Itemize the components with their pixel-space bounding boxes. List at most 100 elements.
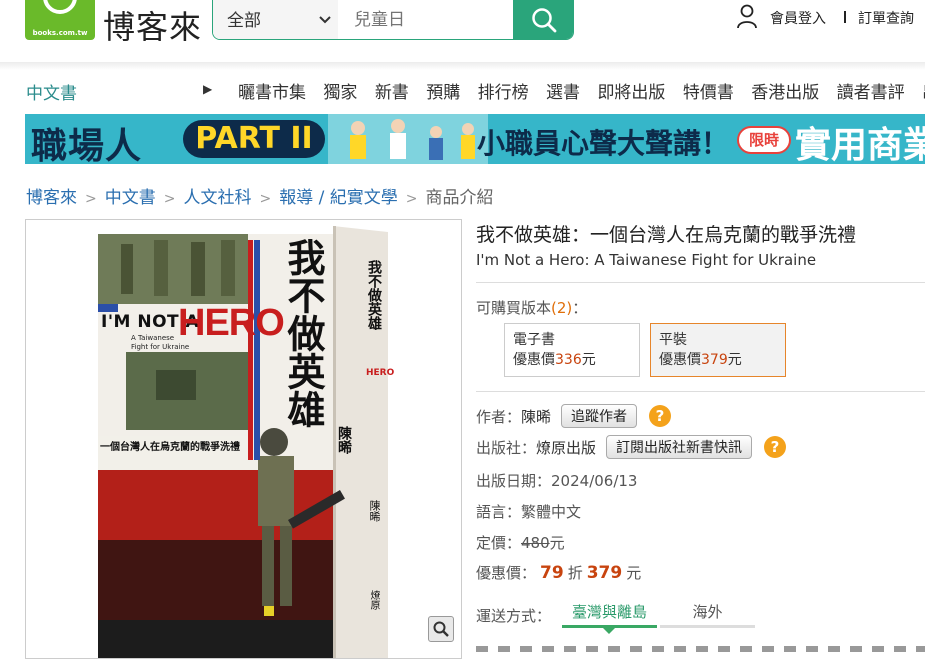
list-price-unit: 元	[549, 534, 565, 552]
subscribe-publisher-button[interactable]: 訂閱出版社新書快訊	[606, 435, 753, 459]
product-subtitle: I'm Not a Hero: A Taiwanese Fight for Uk…	[476, 251, 817, 269]
logo-url: books.com.tw	[32, 29, 88, 37]
help-icon[interactable]: ?	[649, 405, 672, 427]
spine-author: 陳晞	[368, 500, 381, 522]
publisher-label: 出版社：	[476, 438, 537, 457]
nav-item[interactable]: 獨家	[323, 83, 357, 103]
banner-text-main: 職場人	[31, 126, 143, 164]
list-price-label: 定價：	[476, 534, 522, 552]
sale-price-label: 優惠價：	[476, 564, 537, 582]
versions-colon: ：	[572, 299, 588, 317]
search-bar: 全部	[212, 0, 574, 40]
product-image-box[interactable]: I'M NOT A HERO A Taiwanese Fight for Ukr…	[25, 219, 462, 659]
version-price-label: 優惠價	[513, 352, 555, 368]
banner-limited-tag: 限時	[737, 126, 791, 154]
breadcrumb-link[interactable]: 報導 / 紀實文學	[279, 188, 398, 208]
version-card-paperback[interactable]: 平裝 優惠價379元	[650, 323, 786, 377]
follow-author-button[interactable]: 追蹤作者	[561, 404, 638, 428]
breadcrumb: 博客來 > 中文書 > 人文社科 > 報導 / 紀實文學 > 商品介紹	[26, 183, 493, 208]
version-card-ebook[interactable]: 電子書 優惠價336元	[504, 323, 640, 377]
spine-publisher: 燎原	[368, 590, 379, 610]
shipping-label: 運送方式：	[476, 607, 552, 625]
language-value: 繁體中文	[521, 503, 582, 521]
triangle-right-icon[interactable]: ▶	[203, 82, 212, 96]
order-query-link[interactable]: 訂單查詢	[858, 8, 914, 28]
list-price: 480	[521, 533, 550, 552]
author-name[interactable]: 陳晞	[521, 406, 551, 427]
version-price-label: 優惠價	[659, 352, 701, 368]
cover-author: 陳晞	[336, 426, 352, 454]
shipping-options-cutoff	[476, 646, 925, 652]
chevron-right-icon: >	[85, 191, 97, 207]
help-icon[interactable]: ?	[764, 436, 787, 458]
login-link[interactable]: 會員登入	[770, 8, 826, 28]
user-icon[interactable]	[736, 3, 758, 29]
nav-item[interactable]: 讀者書評	[837, 83, 905, 103]
nav-item[interactable]: 新書	[375, 83, 409, 103]
banner-part-badge: PART II	[183, 120, 325, 158]
version-price-row: 優惠價379元	[659, 350, 785, 370]
header-divider	[844, 11, 846, 23]
tab-shipping-taiwan[interactable]: 臺灣與離島	[562, 600, 657, 628]
versions-label: 可購買版本(2)：	[476, 297, 587, 318]
zoom-button[interactable]	[428, 616, 454, 642]
version-name: 平裝	[659, 332, 687, 348]
logo-circle-icon	[43, 0, 77, 14]
breadcrumb-current: 商品介紹	[425, 188, 494, 208]
search-icon	[532, 7, 557, 32]
chevron-right-icon: >	[259, 191, 272, 207]
banner-text-tail: 實用商業	[795, 125, 925, 164]
publish-date-label: 出版日期：	[476, 472, 552, 490]
site-logo[interactable]: books.com.tw	[25, 0, 95, 40]
spine-title: 我不做英雄	[366, 260, 382, 330]
nav-item[interactable]: 即將出版	[597, 83, 665, 103]
discount-value: 79	[540, 562, 564, 583]
publish-date-row: 出版日期： 2024/06/13	[476, 470, 637, 491]
nav-item[interactable]: 預購	[426, 83, 460, 103]
discount-unit: 折	[567, 564, 583, 582]
sale-price-unit: 元	[626, 564, 642, 582]
publisher-row: 出版社： 燎原出版 訂閱出版社新書快訊 ?	[476, 435, 787, 459]
cover-subtitle-en: A Taiwanese Fight for Ukraine	[131, 334, 190, 351]
version-price-unit: 元	[727, 352, 742, 368]
category-title[interactable]: 中文書	[26, 79, 77, 104]
version-price-row: 優惠價336元	[513, 350, 639, 370]
search-button[interactable]	[513, 0, 573, 39]
search-category-value: 全部	[227, 11, 261, 31]
nav-item[interactable]: 香港出版	[751, 83, 819, 103]
chevron-right-icon: >	[405, 191, 418, 207]
promo-banner[interactable]: 職場人 PART II 小職員心聲大聲講！ 限時 實用商業	[25, 114, 925, 164]
nav-item[interactable]: 排行榜	[478, 83, 529, 103]
nav-item[interactable]: 特價書	[683, 83, 734, 103]
version-price: 379	[701, 352, 728, 368]
search-input[interactable]	[338, 0, 514, 39]
book-cover-image	[98, 226, 388, 658]
search-category-select[interactable]: 全部	[213, 0, 338, 39]
banner-text-secondary: 小職員心聲大聲講！	[477, 127, 730, 160]
logo-wordmark[interactable]: 博客來	[103, 2, 202, 48]
author-row: 作者： 陳晞 追蹤作者 ?	[476, 404, 672, 428]
category-nav: 曬書市集 獨家 新書 預購 排行榜 選書 即將出版 特價書 香港出版 讀者書評 …	[238, 78, 925, 103]
author-label: 作者：	[476, 407, 522, 426]
versions-count: (2)	[551, 299, 573, 317]
nav-item[interactable]: 選書	[546, 83, 580, 103]
breadcrumb-link[interactable]: 博客來	[26, 188, 77, 208]
spine-hero: HERO	[366, 368, 395, 378]
breadcrumb-link[interactable]: 中文書	[105, 188, 156, 208]
banner-illustration	[328, 114, 488, 164]
publish-date: 2024/06/13	[551, 471, 638, 490]
version-name: 電子書	[513, 332, 555, 348]
breadcrumb-link[interactable]: 人文社科	[183, 188, 251, 208]
version-price: 336	[555, 352, 582, 368]
tab-shipping-overseas[interactable]: 海外	[660, 600, 755, 628]
publisher-name[interactable]: 燎原出版	[536, 437, 596, 458]
version-price-unit: 元	[581, 352, 596, 368]
nav-item[interactable]: 曬書市集	[238, 83, 306, 103]
sale-price: 379	[586, 562, 623, 583]
cover-tagline: 一個台灣人在烏克蘭的戰爭洗禮	[100, 442, 240, 453]
language-label: 語言：	[476, 503, 522, 521]
divider	[476, 282, 925, 283]
cover-title-zh: 我不做英雄	[281, 238, 325, 428]
product-title: 我不做英雄：一個台灣人在烏克蘭的戰爭洗禮	[476, 224, 857, 246]
divider	[476, 391, 925, 392]
